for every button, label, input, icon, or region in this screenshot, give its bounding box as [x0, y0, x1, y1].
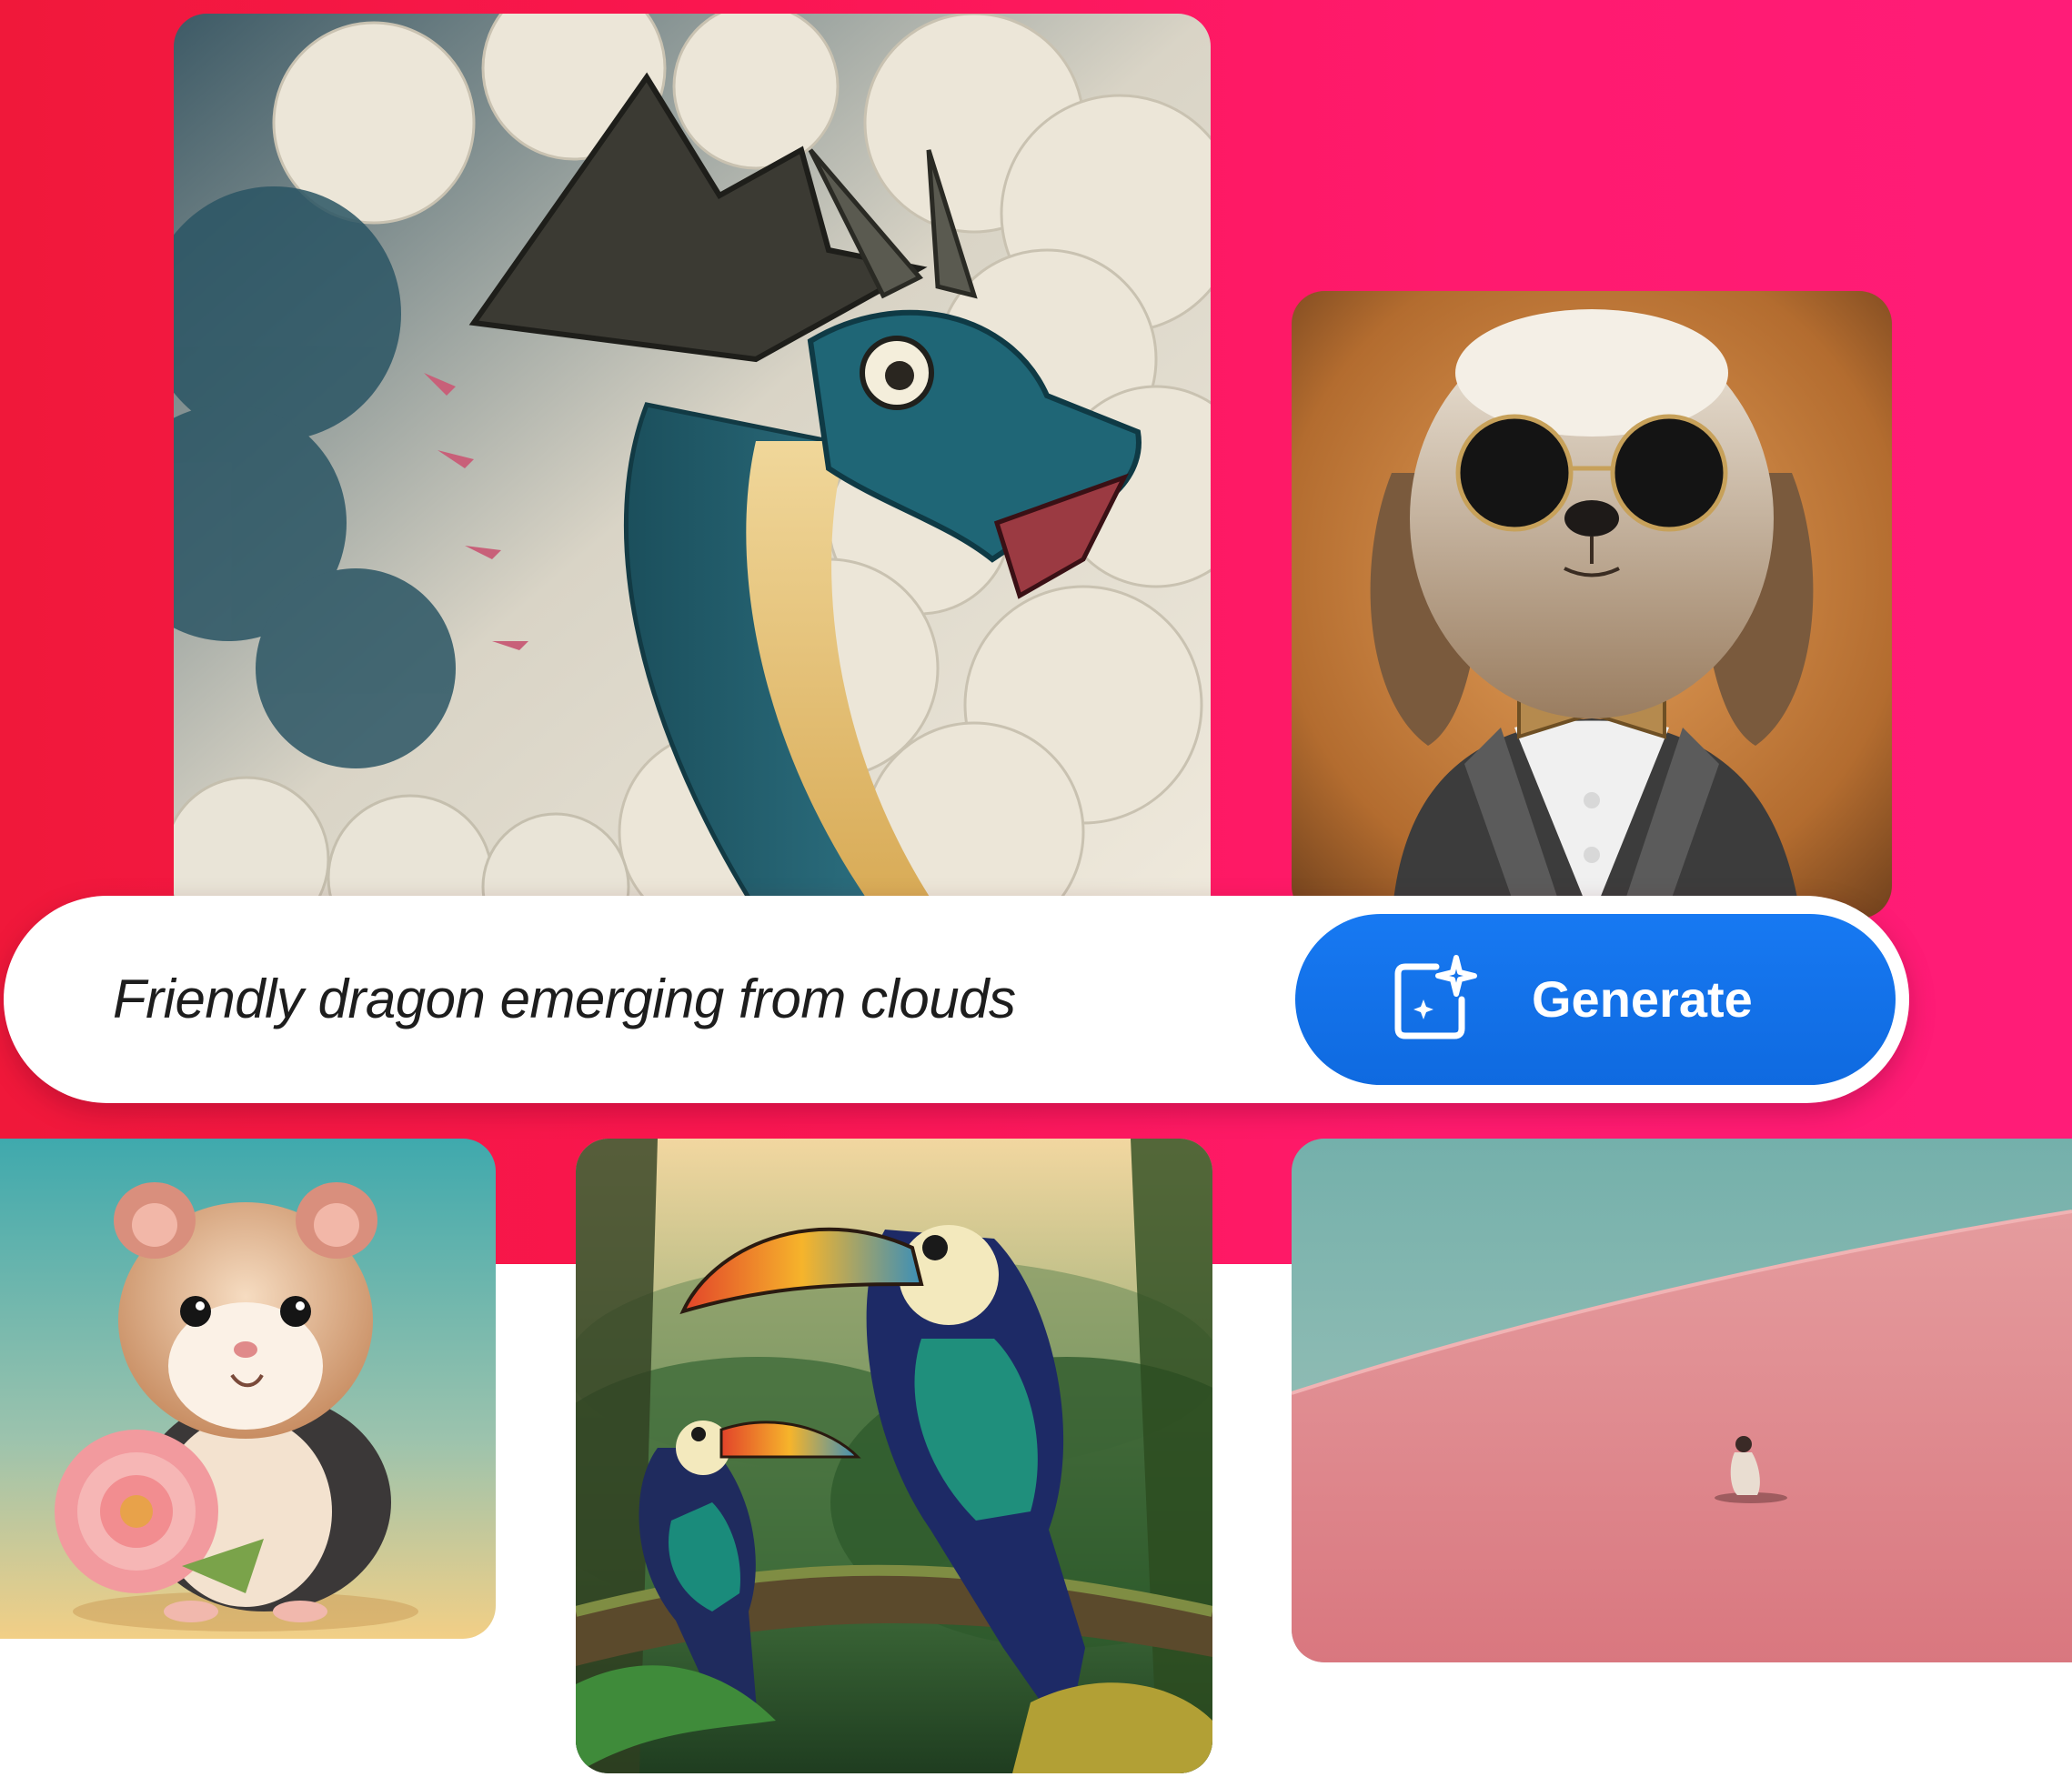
prompt-bar: Friendly dragon emerging from clouds Gen…	[4, 896, 1909, 1103]
toucan-image	[576, 1139, 1212, 1773]
hamster-image	[0, 1139, 496, 1639]
prompt-input[interactable]: Friendly dragon emerging from clouds	[113, 896, 1016, 1103]
dog-image	[1292, 291, 1892, 919]
dragon-image	[174, 14, 1211, 909]
generate-button[interactable]: Generate	[1295, 914, 1896, 1085]
generate-label: Generate	[1532, 970, 1753, 1028]
sparkle-image-icon	[1394, 955, 1477, 1039]
hero-stage: Friendly dragon emerging from clouds Gen…	[0, 0, 2072, 1777]
pink-dune-image	[1292, 1139, 2072, 1662]
